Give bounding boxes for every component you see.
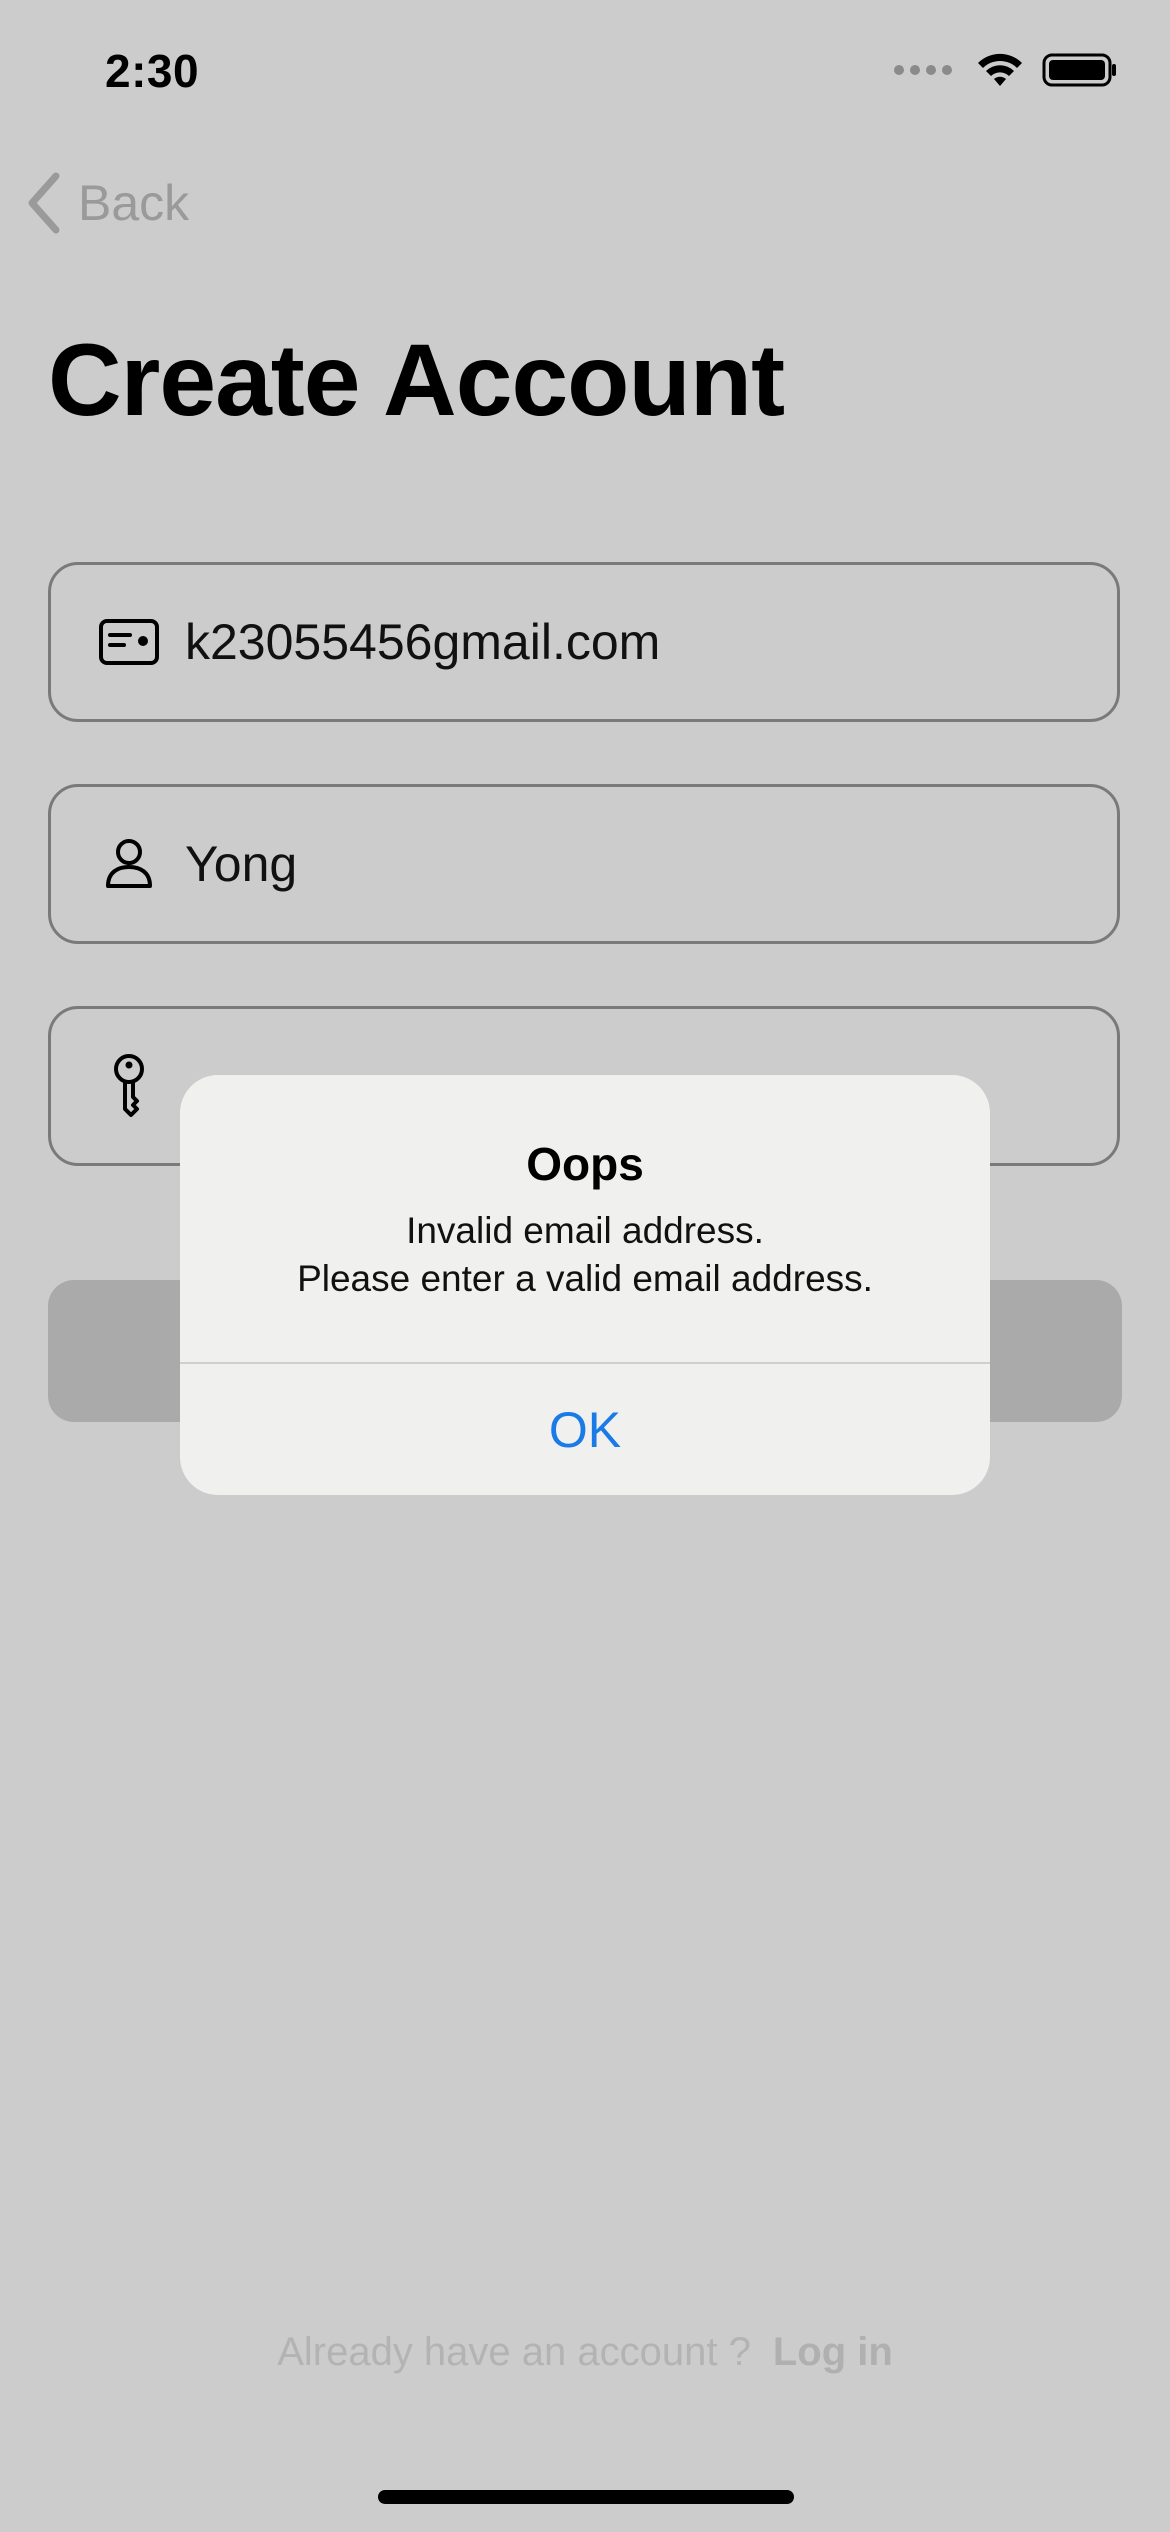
email-field[interactable]: k23055456gmail.com bbox=[48, 562, 1120, 722]
alert-message-line1: Invalid email address. bbox=[406, 1210, 764, 1251]
page-title: Create Account bbox=[48, 323, 785, 437]
wifi-icon bbox=[978, 53, 1022, 86]
alert-dialog: Oops Invalid email address. Please enter… bbox=[180, 1075, 990, 1495]
alert-title: Oops bbox=[526, 1138, 644, 1190]
chevron-left-icon bbox=[28, 172, 60, 234]
email-value: k23055456gmail.com bbox=[185, 614, 661, 670]
battery-icon bbox=[1042, 53, 1116, 87]
back-label: Back bbox=[78, 175, 190, 231]
id-card-icon bbox=[97, 610, 161, 674]
home-indicator bbox=[378, 2490, 794, 2504]
back-button[interactable]: Back bbox=[24, 172, 189, 234]
login-prompt: Already have an account ? Log in bbox=[0, 2330, 1170, 2375]
login-prompt-text: Already have an account ? bbox=[277, 2330, 751, 2374]
alert-ok-button[interactable]: OK bbox=[180, 1364, 990, 1495]
login-link[interactable]: Log in bbox=[773, 2330, 893, 2374]
person-icon bbox=[97, 832, 161, 896]
alert-message: Invalid email address. Please enter a va… bbox=[180, 1207, 990, 1303]
name-field[interactable]: Yong bbox=[48, 784, 1120, 944]
status-time: 2:30 bbox=[105, 45, 200, 97]
status-icons bbox=[894, 52, 1118, 88]
alert-message-line2: Please enter a valid email address. bbox=[297, 1258, 873, 1299]
key-icon bbox=[97, 1054, 161, 1118]
cellular-icon bbox=[894, 65, 952, 75]
name-value: Yong bbox=[185, 836, 298, 892]
